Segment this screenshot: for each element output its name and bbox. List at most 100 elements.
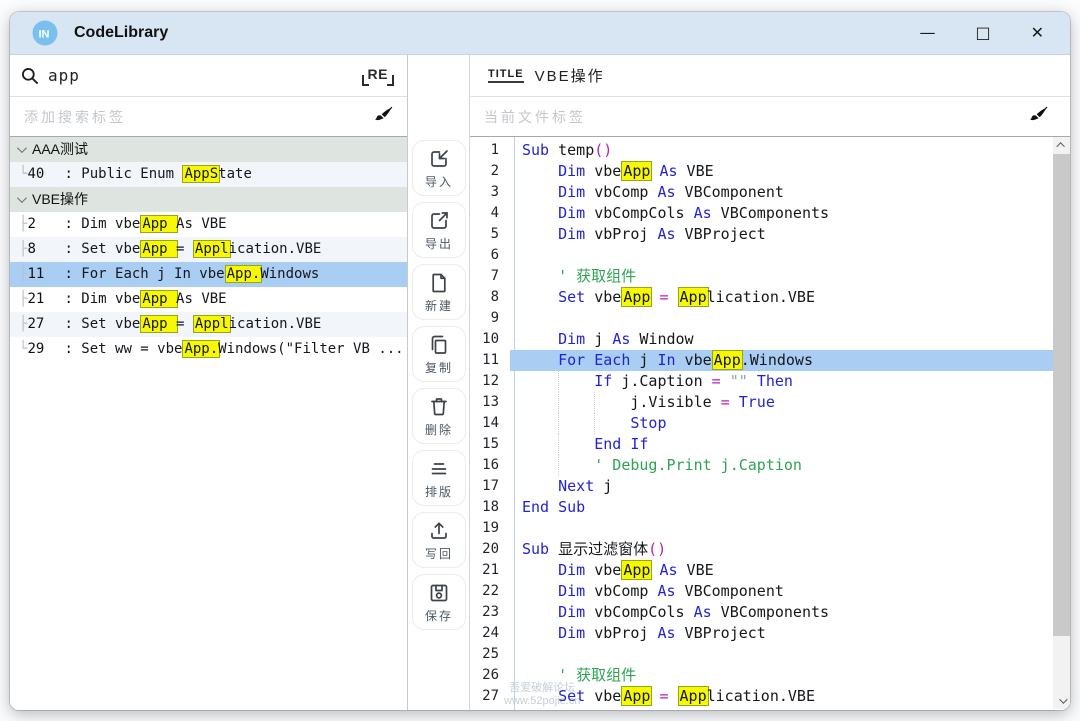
line-number: 15 (470, 434, 510, 455)
scroll-down-icon[interactable] (1053, 693, 1070, 709)
tree-item[interactable]: └40: Public Enum AppState (10, 162, 407, 187)
tree-group-header[interactable]: VBE操作 (10, 187, 407, 212)
copy-icon (427, 333, 451, 357)
search-panel: RE AAA测试└40: Public Enum AppStateVBE操作├2… (10, 55, 408, 710)
code-line[interactable]: 26 ' 获取组件 (470, 665, 1053, 686)
tree-item[interactable]: ├2: Dim vbeApp As VBE (10, 212, 407, 237)
code-line[interactable]: 27 Set vbeApp = Application.VBE (470, 686, 1053, 707)
app-logo-icon: IN (32, 20, 58, 46)
search-row: RE (10, 55, 407, 97)
tree-item[interactable]: ├21: Dim vbeApp As VBE (10, 287, 407, 312)
tree-group-header[interactable]: AAA测试 (10, 137, 407, 162)
chevron-down-icon (17, 193, 27, 203)
tree-item[interactable]: ├11: For Each j In vbeApp.Windows (10, 262, 407, 287)
file-tag-input[interactable] (484, 109, 1026, 125)
tree-item[interactable]: ├27: Set vbeApp = Application.VBE (10, 312, 407, 337)
writeback-icon (427, 519, 451, 543)
copy-button[interactable]: 复制 (412, 326, 466, 382)
regex-toggle-icon[interactable]: RE (363, 66, 393, 86)
editor-scrollbar[interactable] (1053, 137, 1070, 709)
line-number: 19 (470, 518, 510, 539)
line-number: 18 (470, 497, 510, 518)
clear-file-tags-brush-icon[interactable] (1026, 106, 1048, 128)
line-number: 2 (470, 161, 510, 182)
delete-button[interactable]: 删除 (412, 388, 466, 444)
match-highlight: App. (182, 340, 220, 358)
save-button[interactable]: 保存 (412, 574, 466, 630)
code-line[interactable]: 19 (470, 518, 1053, 539)
new-button[interactable]: 新建 (412, 264, 466, 320)
code-line[interactable]: 13 j.Visible = True (470, 392, 1053, 413)
search-input[interactable] (48, 66, 363, 85)
code-line[interactable]: 8 Set vbeApp = Application.VBE (470, 287, 1053, 308)
code-line[interactable]: 21 Dim vbeApp As VBE (470, 560, 1053, 581)
tree-connector: ├ (19, 266, 27, 282)
code-line[interactable]: 11 For Each j In vbeApp.Windows (470, 350, 1053, 371)
snippet-tree: AAA测试└40: Public Enum AppStateVBE操作├2: D… (10, 136, 407, 710)
title-bar: IN CodeLibrary — □ ✕ (10, 12, 1070, 55)
indent-guide (558, 455, 559, 476)
code-line[interactable]: 7 ' 获取组件 (470, 266, 1053, 287)
scroll-up-icon[interactable] (1053, 137, 1070, 153)
match-highlight: App (678, 287, 709, 307)
scrollbar-thumb[interactable] (1053, 154, 1070, 636)
export-icon (427, 209, 451, 233)
import-icon (427, 147, 451, 171)
clear-tags-brush-icon[interactable] (371, 106, 393, 128)
code-editor[interactable]: 吾爱破解论坛 www.52pojie.cn 1Sub temp()2 Dim v… (470, 136, 1070, 710)
code-line[interactable]: 9 (470, 308, 1053, 329)
search-tag-row (10, 97, 407, 136)
line-number: 17 (470, 476, 510, 497)
indent-guide (594, 392, 595, 413)
code-line[interactable]: 6 (470, 245, 1053, 266)
window-title: CodeLibrary (74, 24, 168, 42)
line-number: 24 (470, 623, 510, 644)
line-number: 25 (470, 644, 510, 665)
export-button[interactable]: 导出 (412, 202, 466, 258)
writeback-button[interactable]: 写回 (412, 512, 466, 568)
line-number: 22 (470, 581, 510, 602)
code-line[interactable]: 12 If j.Caption = "" Then (470, 371, 1053, 392)
code-line[interactable]: 22 Dim vbComp As VBComponent (470, 581, 1053, 602)
line-number: 5 (470, 224, 510, 245)
search-tag-input[interactable] (24, 109, 371, 125)
tree-item[interactable]: ├8: Set vbeApp = Application.VBE (10, 237, 407, 262)
format-button[interactable]: 排版 (412, 450, 466, 506)
code-line[interactable]: 2 Dim vbeApp As VBE (470, 161, 1053, 182)
code-line[interactable]: 15 End If (470, 434, 1053, 455)
code-line[interactable]: 18End Sub (470, 497, 1053, 518)
code-line[interactable]: 10 Dim j As Window (470, 329, 1053, 350)
line-number: 13 (470, 392, 510, 413)
match-highlight: Appl (193, 240, 231, 258)
match-highlight: Appl (193, 315, 231, 333)
minimize-button[interactable]: — (919, 25, 935, 41)
code-line[interactable]: 5 Dim vbProj As VBProject (470, 224, 1053, 245)
tree-item[interactable]: └29: Set ww = vbeApp.Windows("Filter VB … (10, 337, 407, 362)
line-number: 9 (470, 308, 510, 329)
code-line[interactable]: 16 ' Debug.Print j.Caption (470, 455, 1053, 476)
code-line[interactable]: 23 Dim vbCompCols As VBComponents (470, 602, 1053, 623)
line-number: 6 (470, 245, 510, 266)
match-highlight: App (140, 240, 178, 258)
import-button[interactable]: 导入 (412, 140, 466, 196)
code-line[interactable]: 14 Stop (470, 413, 1053, 434)
code-line[interactable]: 25 (470, 644, 1053, 665)
tree-connector: ├ (19, 316, 27, 332)
code-line[interactable]: 17 Next j (470, 476, 1053, 497)
code-line[interactable]: 3 Dim vbComp As VBComponent (470, 182, 1053, 203)
maximize-button[interactable]: □ (975, 25, 990, 41)
close-button[interactable]: ✕ (1031, 25, 1044, 41)
code-line[interactable]: 24 Dim vbProj As VBProject (470, 623, 1053, 644)
line-number: 10 (470, 329, 510, 350)
file-title-value[interactable]: VBE操作 (535, 65, 605, 86)
code-line[interactable]: 4 Dim vbCompCols As VBComponents (470, 203, 1053, 224)
save-icon (427, 581, 451, 605)
tree-connector: ├ (19, 241, 27, 257)
line-number: 11 (470, 350, 510, 371)
code-line[interactable]: 20Sub 显示过滤窗体() (470, 539, 1053, 560)
file-tag-row (470, 97, 1070, 136)
match-highlight: App (678, 686, 709, 706)
line-number: 3 (470, 182, 510, 203)
indent-guide (558, 434, 559, 455)
code-line[interactable]: 1Sub temp() (470, 140, 1053, 161)
